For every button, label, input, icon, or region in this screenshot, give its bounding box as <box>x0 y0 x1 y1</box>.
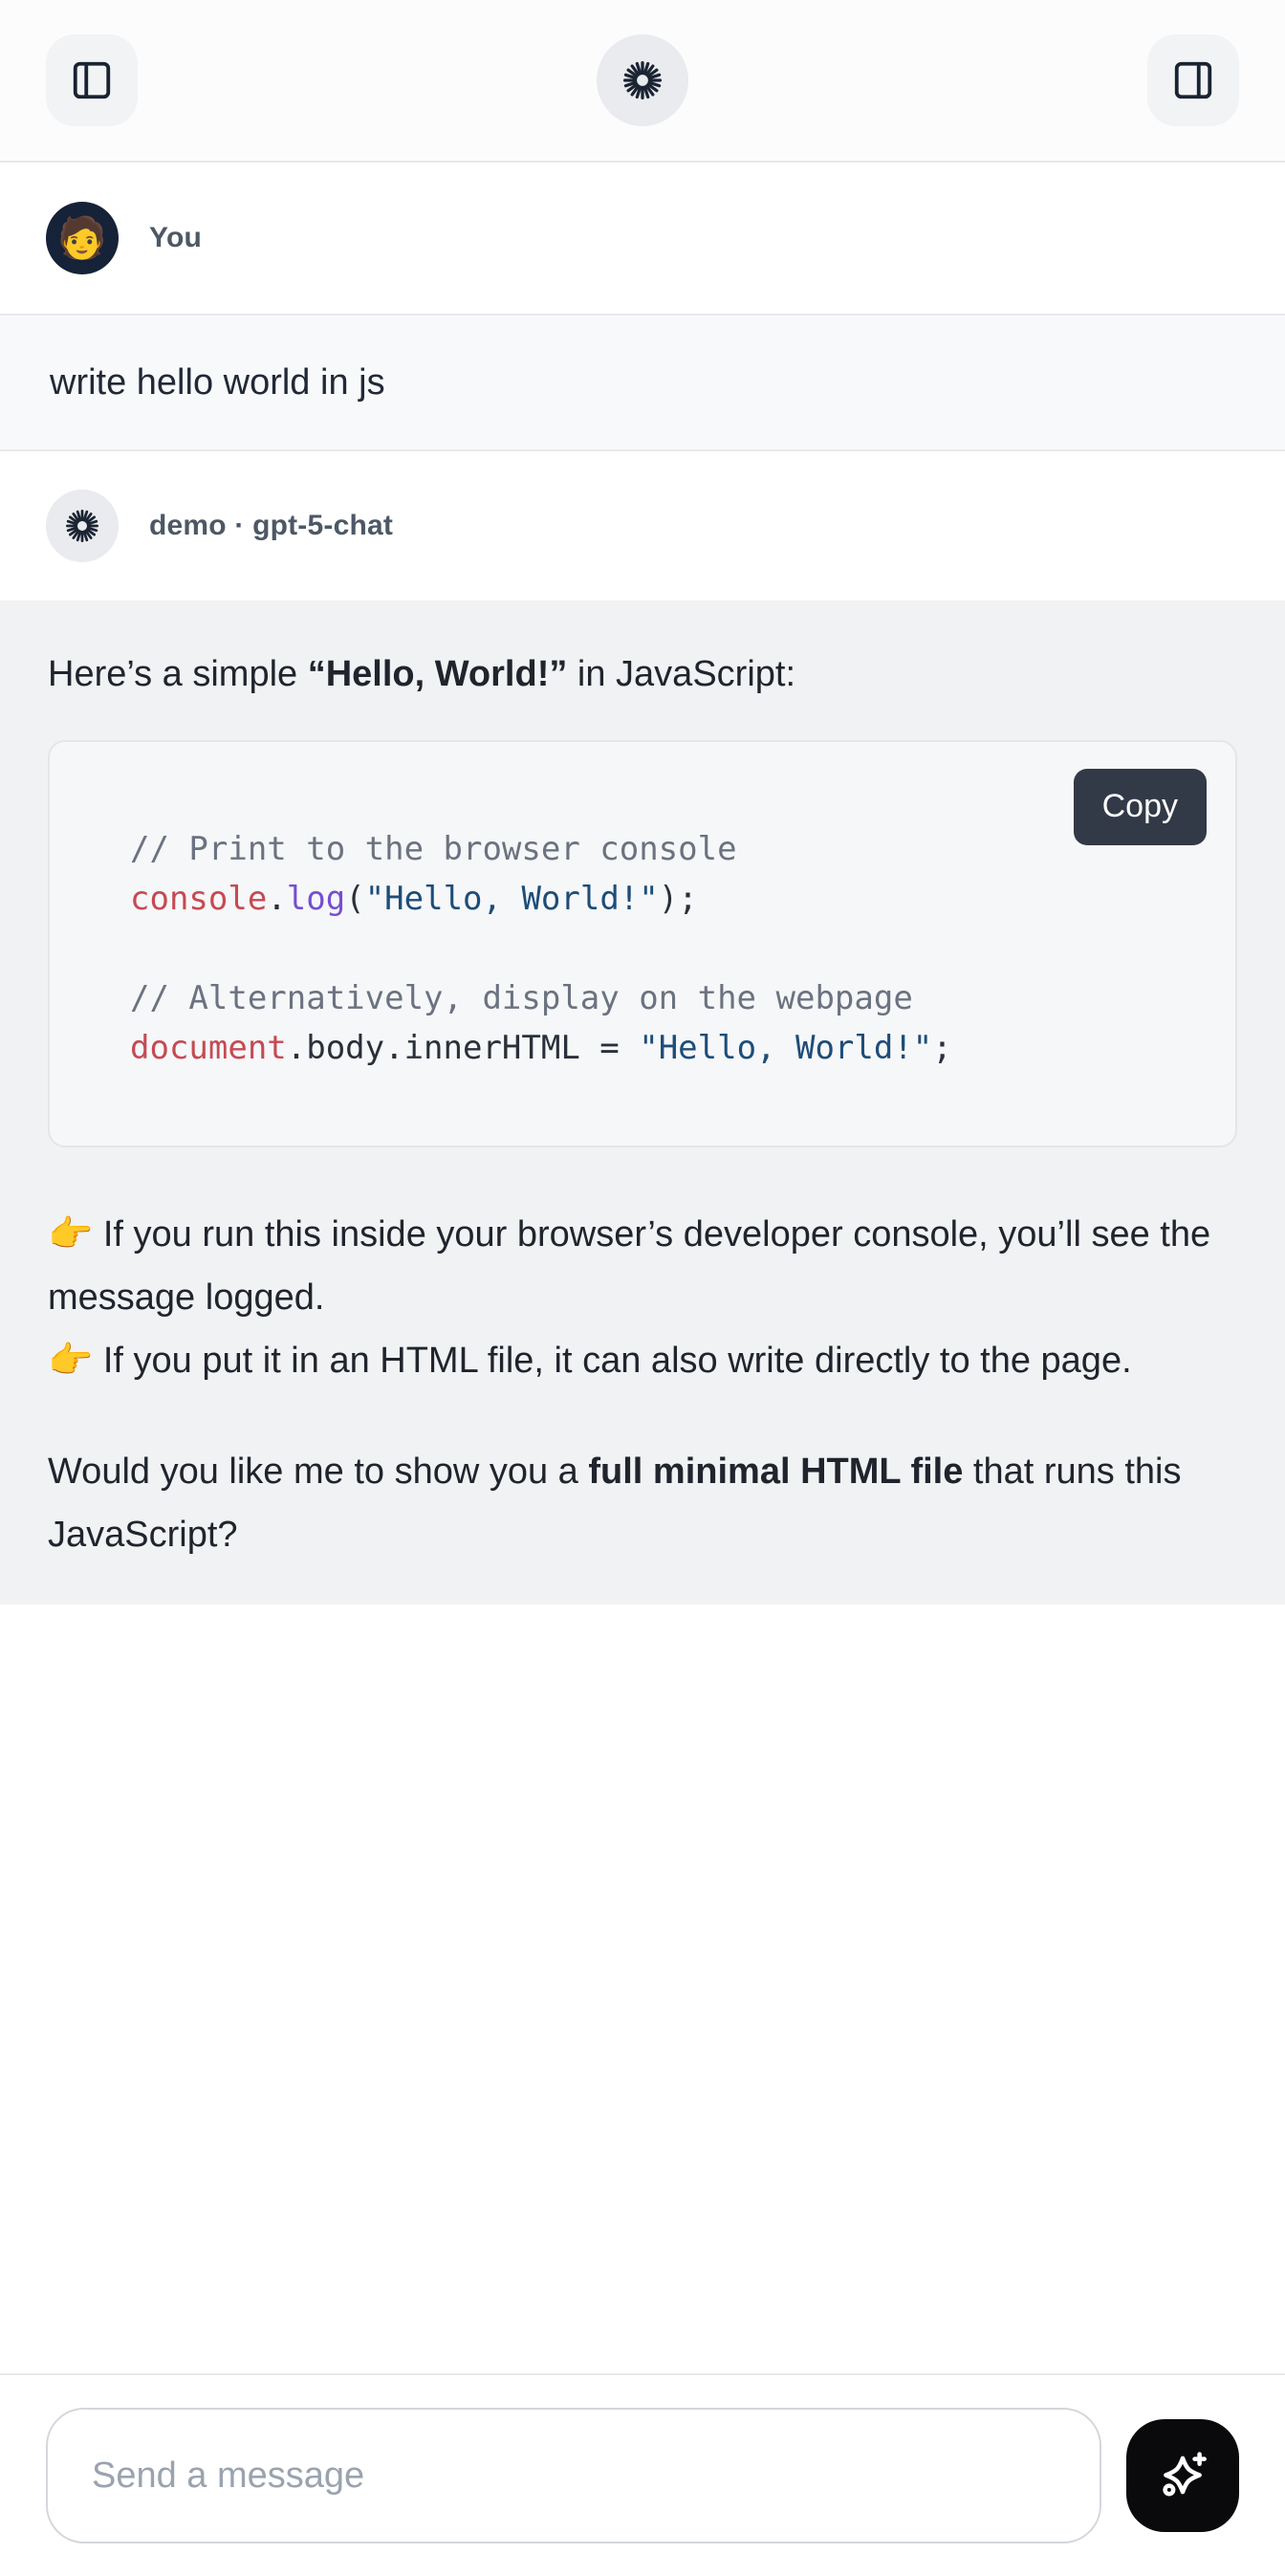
assistant-question-paragraph: Would you like me to show you a full min… <box>48 1440 1237 1566</box>
code-line: // Alternatively, display on the webpage <box>130 973 1197 1023</box>
user-message-text: write hello world in js <box>50 362 385 404</box>
starburst-avatar-icon <box>61 505 103 547</box>
app-logo-badge <box>597 34 688 126</box>
code-line: console.log("Hello, World!"); <box>130 874 1197 924</box>
message-input[interactable] <box>46 2408 1101 2543</box>
starburst-logo-icon <box>618 55 667 105</box>
top-bar <box>0 0 1285 163</box>
assistant-intro-paragraph: Here’s a simple “Hello, World!” in JavaS… <box>48 643 1237 706</box>
note-line-2: 👉 If you put it in an HTML file, it can … <box>48 1341 1132 1381</box>
assistant-message-header: demo · gpt-5-chat <box>0 451 1285 600</box>
composer-bar <box>0 2373 1285 2576</box>
user-avatar: 🧑 <box>46 202 119 274</box>
empty-chat-area <box>0 1605 1285 2373</box>
assistant-message-body: Here’s a simple “Hello, World!” in JavaS… <box>0 600 1285 1605</box>
panel-right-icon <box>1171 58 1215 102</box>
person-emoji: 🧑 <box>57 218 107 258</box>
sparkles-icon <box>1152 2445 1213 2506</box>
copy-code-button[interactable]: Copy <box>1074 769 1207 845</box>
chat-app: 🧑 You write hello world in js <box>0 0 1285 2576</box>
assistant-avatar <box>46 490 119 562</box>
assistant-sender-label: demo · gpt-5-chat <box>149 510 393 542</box>
code-line: document.body.innerHTML = "Hello, World!… <box>130 1023 1197 1073</box>
user-sender-label: You <box>149 222 202 254</box>
sidebar-toggle-button[interactable] <box>46 34 138 126</box>
panel-left-icon <box>70 58 114 102</box>
assistant-notes-paragraph: 👉 If you run this inside your browser’s … <box>48 1203 1237 1392</box>
code-line: // Print to the browser console <box>130 824 1197 874</box>
code-content: // Print to the browser consoleconsole.l… <box>130 824 1197 1073</box>
code-block: Copy // Print to the browser consolecons… <box>48 740 1237 1147</box>
user-message-body: write hello world in js <box>0 314 1285 451</box>
send-button[interactable] <box>1126 2419 1239 2532</box>
note-line-1: 👉 If you run this inside your browser’s … <box>48 1214 1210 1318</box>
code-line <box>130 924 1197 973</box>
right-panel-toggle-button[interactable] <box>1147 34 1239 126</box>
user-message-header: 🧑 You <box>0 163 1285 314</box>
